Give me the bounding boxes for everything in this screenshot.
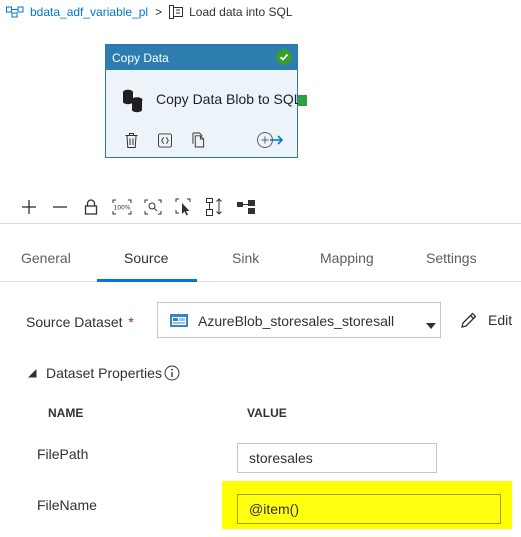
pipeline-icon <box>6 5 24 19</box>
breadcrumb: bdata_adf_variable_pl > Load data into S… <box>6 2 293 22</box>
select-icon[interactable] <box>173 196 195 218</box>
source-dataset-value: AzureBlob_storesales_storesall <box>198 313 395 329</box>
add-icon[interactable] <box>18 196 40 218</box>
filepath-input[interactable]: storesales <box>237 443 437 473</box>
filename-label: FileName <box>37 497 97 513</box>
zoom-fit-icon[interactable] <box>142 196 164 218</box>
canvas-toolbar: 100% <box>18 196 266 218</box>
auto-align-icon[interactable] <box>204 196 226 218</box>
dataset-properties-toggle[interactable]: Dataset Properties <box>28 363 180 383</box>
chevron-down-icon <box>426 317 436 329</box>
canvas-panel-divider <box>0 223 521 224</box>
required-marker: * <box>128 314 134 330</box>
source-dataset-dropdown[interactable]: AzureBlob_storesales_storesall <box>157 302 441 338</box>
source-dataset-label: Source Dataset * <box>26 314 134 330</box>
activity-card-header: Copy Data <box>106 45 297 70</box>
copy-data-icon <box>120 88 146 114</box>
dataset-properties-title: Dataset Properties <box>46 365 162 381</box>
source-dataset-label-text: Source Dataset <box>26 314 123 330</box>
delete-icon[interactable] <box>124 132 138 148</box>
copy-data-activity-card[interactable]: Copy Data Copy Data Blob to SQL <box>105 44 302 158</box>
tab-sink[interactable]: Sink <box>232 250 259 266</box>
active-tab-indicator <box>97 279 197 282</box>
success-check-icon <box>276 49 292 65</box>
activity-icon <box>169 5 184 19</box>
zoom-100-icon[interactable]: 100% <box>111 196 133 218</box>
breadcrumb-pipeline-link[interactable]: bdata_adf_variable_pl <box>30 5 148 19</box>
info-icon[interactable] <box>164 365 180 381</box>
column-header-value: VALUE <box>247 406 287 420</box>
column-header-name: NAME <box>48 406 84 420</box>
filename-input[interactable]: @item() <box>237 494 501 524</box>
add-output-icon[interactable] <box>256 130 284 150</box>
zoom-100-label: 100% <box>113 205 130 212</box>
edit-dataset-button[interactable]: Edit <box>460 310 512 330</box>
collapse-triangle-icon <box>28 368 37 378</box>
tab-source[interactable]: Source <box>124 250 168 266</box>
copy-icon[interactable] <box>192 132 206 148</box>
activity-success-port[interactable] <box>298 95 307 106</box>
tab-mapping[interactable]: Mapping <box>320 250 374 266</box>
tab-general[interactable]: General <box>21 250 71 266</box>
layout-icon[interactable] <box>235 196 257 218</box>
code-icon[interactable] <box>158 132 172 148</box>
blob-dataset-icon <box>170 314 188 327</box>
filepath-label: FilePath <box>37 446 89 462</box>
remove-icon[interactable] <box>49 196 71 218</box>
properties-tab-bar: General Source Sink Mapping Settings <box>0 236 521 282</box>
breadcrumb-current-activity: Load data into SQL <box>189 5 293 19</box>
breadcrumb-separator: > <box>155 5 163 19</box>
pencil-icon <box>460 311 478 329</box>
tab-settings[interactable]: Settings <box>426 250 477 266</box>
activity-type-label: Copy Data <box>112 50 169 65</box>
edit-label: Edit <box>488 312 513 328</box>
activity-name: Copy Data Blob to SQL <box>156 91 302 107</box>
lock-icon[interactable] <box>80 196 102 218</box>
